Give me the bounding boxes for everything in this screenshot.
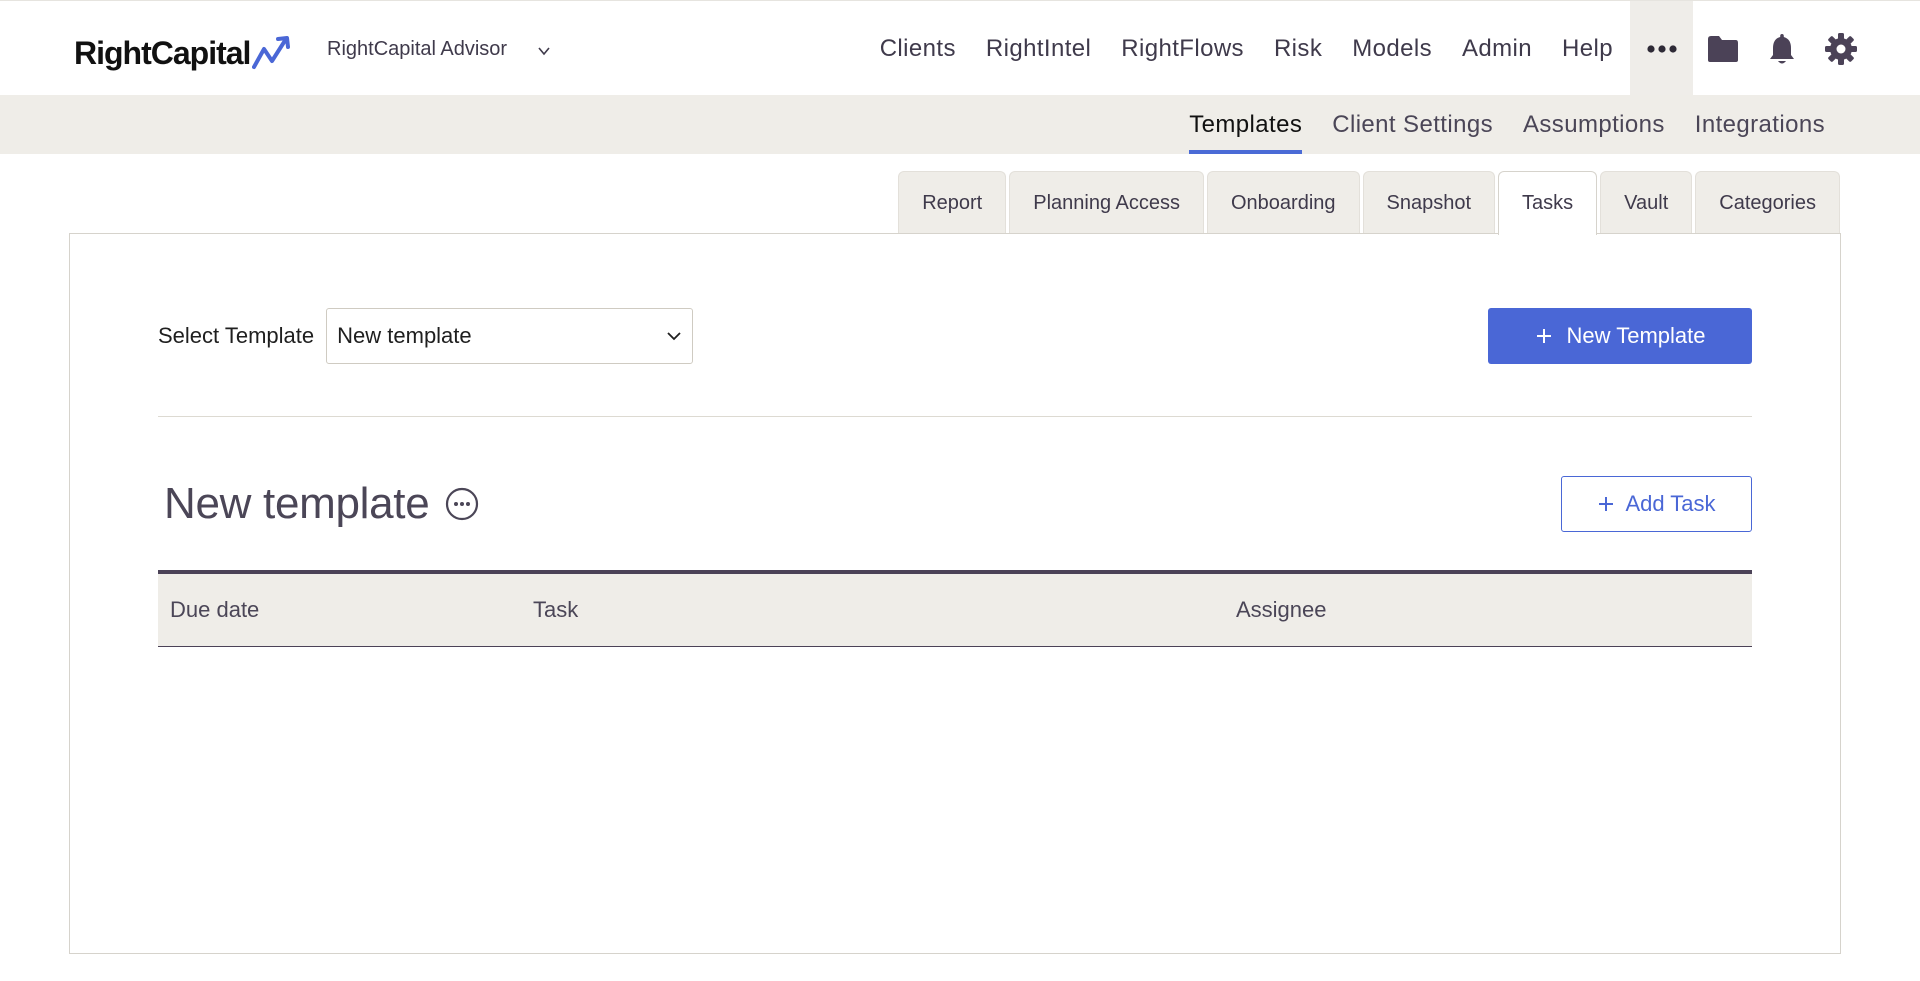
subnav-integrations[interactable]: Integrations (1680, 95, 1840, 154)
plus-icon (1599, 497, 1614, 511)
folder-icon (1707, 35, 1738, 62)
column-assignee[interactable]: Assignee (1236, 574, 1327, 645)
tab-planning-access[interactable]: Planning Access (1009, 171, 1204, 234)
plus-icon (1536, 329, 1551, 343)
column-task[interactable]: Task (533, 574, 578, 645)
nav-help[interactable]: Help (1547, 1, 1628, 96)
template-header: New template Add Task (158, 474, 1752, 534)
template-title: New template (164, 479, 430, 528)
nav-models[interactable]: Models (1337, 1, 1447, 96)
tab-vault[interactable]: Vault (1600, 171, 1693, 234)
subnav-assumptions[interactable]: Assumptions (1508, 95, 1680, 154)
nav-rightintel[interactable]: RightIntel (971, 1, 1106, 96)
divider (158, 416, 1752, 417)
sub-header: Templates Client Settings Assumptions In… (0, 95, 1920, 154)
subnav-client-settings[interactable]: Client Settings (1317, 95, 1508, 154)
tab-onboarding[interactable]: Onboarding (1207, 171, 1360, 234)
select-template-label: Select Template (158, 323, 315, 348)
new-template-button[interactable]: New Template (1488, 308, 1752, 364)
add-task-button[interactable]: Add Task (1561, 476, 1752, 532)
bell-icon (1769, 33, 1794, 63)
sub-nav: Templates Client Settings Assumptions In… (1174, 95, 1840, 154)
add-task-label: Add Task (1625, 491, 1716, 516)
table-header: Due date Task Assignee (158, 570, 1752, 647)
chevron-down-icon (538, 47, 550, 56)
column-due-date[interactable]: Due date (170, 574, 259, 645)
tab-snapshot[interactable]: Snapshot (1362, 171, 1496, 234)
nav-risk[interactable]: Risk (1259, 1, 1337, 96)
notifications-button[interactable] (1752, 1, 1811, 96)
nav-clients[interactable]: Clients (865, 1, 971, 96)
more-menu-button[interactable] (1630, 1, 1693, 96)
chevron-down-icon (667, 332, 681, 341)
more-horizontal-icon (1646, 44, 1677, 53)
advisor-name: RightCapital Advisor (327, 37, 508, 60)
more-options-icon[interactable] (445, 487, 479, 521)
nav-rightflows[interactable]: RightFlows (1106, 1, 1259, 96)
advisor-dropdown[interactable]: RightCapital Advisor (327, 31, 551, 67)
tab-categories[interactable]: Categories (1695, 171, 1840, 234)
nav-admin[interactable]: Admin (1447, 1, 1547, 96)
logo-text: RightCapital (74, 34, 251, 71)
template-select-value: New template (337, 323, 472, 348)
tasks-panel: Select Template New template New Templat… (69, 233, 1841, 954)
subnav-templates[interactable]: Templates (1174, 95, 1317, 154)
template-select[interactable]: New template (326, 308, 694, 364)
new-template-label: New Template (1566, 323, 1706, 348)
tab-report[interactable]: Report (898, 171, 1007, 234)
logo-arrow-icon (252, 36, 291, 69)
template-select-row: Select Template New template New Templat… (158, 308, 1752, 364)
gear-icon (1824, 32, 1857, 65)
tasks-table: Due date Task Assignee (158, 570, 1752, 647)
settings-button[interactable] (1811, 1, 1870, 96)
main-nav: Clients RightIntel RightFlows Risk Model… (865, 1, 1920, 96)
top-header: RightCapital RightCapital Advisor Client… (0, 0, 1920, 96)
folder-button[interactable] (1693, 1, 1752, 96)
tab-tasks[interactable]: Tasks (1498, 171, 1598, 235)
template-tabs: Report Planning Access Onboarding Snapsh… (898, 171, 1840, 235)
rightcapital-logo[interactable]: RightCapital (74, 33, 294, 73)
